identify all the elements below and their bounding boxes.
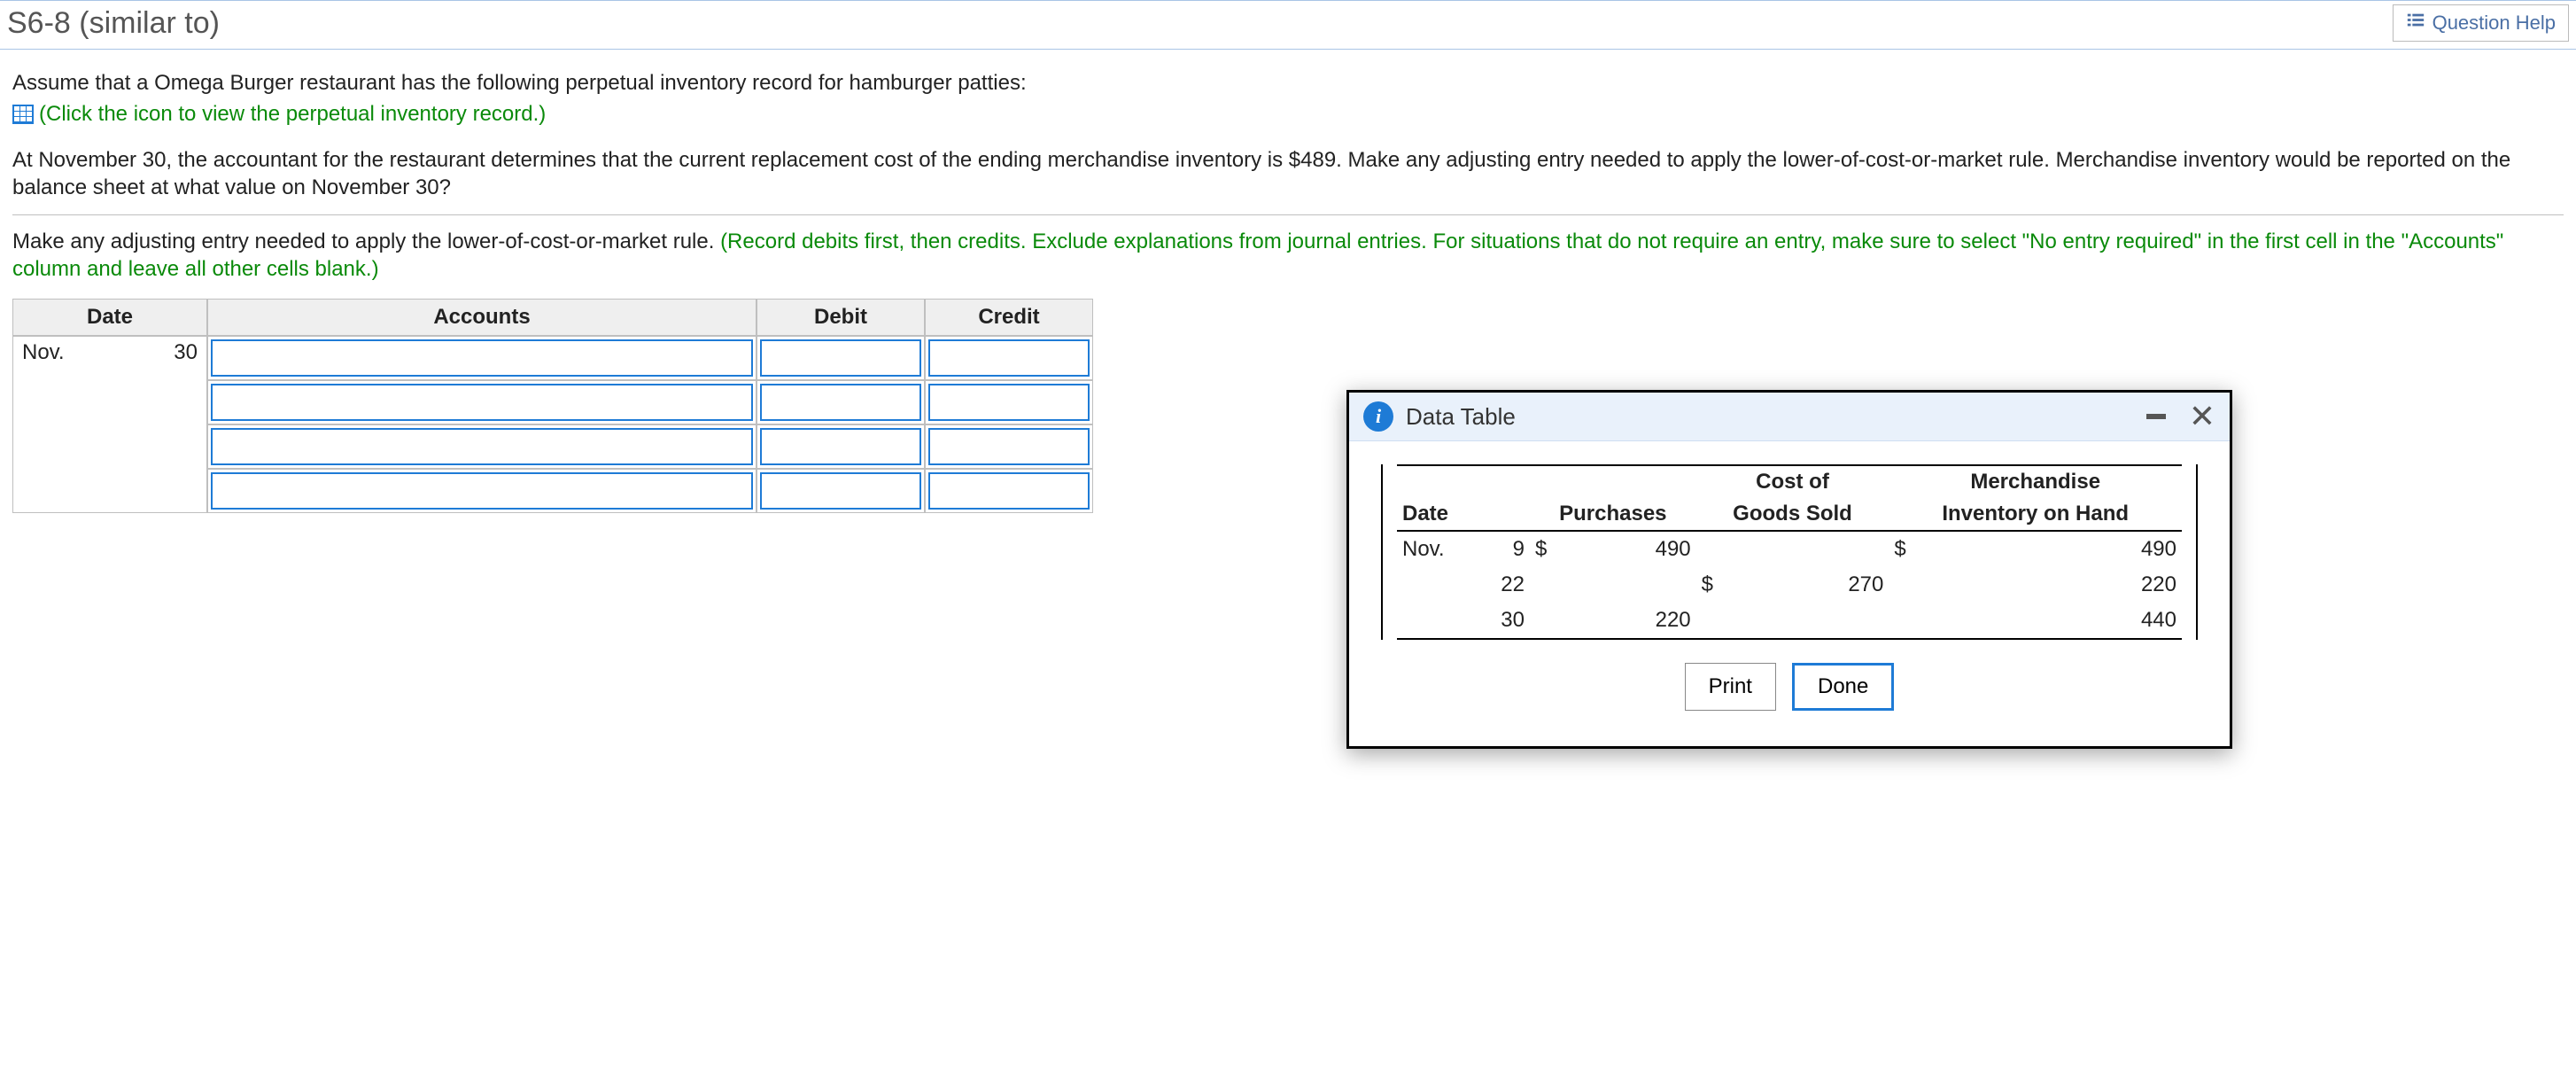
row-csym: $ — [1696, 567, 1759, 603]
row-psym: $ — [1530, 531, 1563, 567]
question-title: S6-8 (similar to) — [7, 6, 220, 41]
row-inv: 490 — [1985, 531, 2182, 567]
th-cogs-bot: Goods Sold — [1696, 498, 1889, 531]
accounts-select-3[interactable] — [211, 428, 753, 465]
row-inv: 440 — [1985, 603, 2182, 639]
minimize-icon[interactable] — [2146, 414, 2166, 419]
accounts-select-4[interactable] — [211, 472, 753, 510]
journal-entry-table: Date Accounts Debit Credit Nov. 30 — [12, 299, 1093, 513]
task-plain: Make any adjusting entry needed to apply… — [12, 230, 720, 253]
view-record-link[interactable]: (Click the icon to view the perpetual in… — [12, 102, 546, 127]
col-credit: Credit — [925, 299, 1093, 336]
data-table-modal: i Data Table ✕ Cost of Merchandise Date — [1346, 390, 2232, 749]
row-csym — [1696, 531, 1759, 567]
row-inv: 220 — [1985, 567, 2182, 603]
credit-input-4[interactable] — [928, 472, 1090, 510]
accounts-select-1[interactable] — [211, 339, 753, 377]
table-grid-icon — [12, 105, 34, 124]
col-accounts: Accounts — [207, 299, 757, 336]
th-cogs-top: Cost of — [1696, 465, 1889, 498]
print-button[interactable]: Print — [1685, 663, 1776, 711]
task-instruction: Make any adjusting entry needed to apply… — [12, 228, 2564, 283]
data-table-container: Cost of Merchandise Date Purchases Goods… — [1381, 464, 2198, 640]
date-month: Nov. — [22, 340, 65, 365]
date-cell: Nov. 30 — [12, 336, 207, 513]
close-icon[interactable]: ✕ — [2189, 407, 2215, 426]
inventory-record-table: Cost of Merchandise Date Purchases Goods… — [1397, 464, 2182, 640]
question-help-label: Question Help — [2432, 12, 2556, 35]
credit-input-2[interactable] — [928, 384, 1090, 421]
row-purchases: 490 — [1563, 531, 1696, 567]
row-day: 22 — [1477, 567, 1530, 603]
debit-input-4[interactable] — [760, 472, 921, 510]
accounts-select-2[interactable] — [211, 384, 753, 421]
col-date: Date — [12, 299, 207, 336]
row-isym — [1889, 567, 1984, 603]
modal-header[interactable]: i Data Table ✕ — [1349, 393, 2230, 441]
view-record-text: (Click the icon to view the perpetual in… — [39, 102, 546, 127]
row-csym — [1696, 603, 1759, 639]
credit-input-3[interactable] — [928, 428, 1090, 465]
row-purchases: 220 — [1563, 603, 1696, 639]
debit-input-3[interactable] — [760, 428, 921, 465]
row-psym — [1530, 603, 1563, 639]
row-isym: $ — [1889, 531, 1984, 567]
table-row: 30 220 440 — [1397, 603, 2182, 639]
th-purchases: Purchases — [1530, 498, 1696, 531]
row-isym — [1889, 603, 1984, 639]
problem-body-text: At November 30, the accountant for the r… — [12, 146, 2564, 201]
debit-input-1[interactable] — [760, 339, 921, 377]
row-psym — [1530, 567, 1563, 603]
row-day: 30 — [1477, 603, 1530, 639]
row-cogs — [1759, 531, 1889, 567]
col-debit: Debit — [757, 299, 925, 336]
th-inv-bot: Inventory on Hand — [1889, 498, 2182, 531]
th-inv-top: Merchandise — [1889, 465, 2182, 498]
question-header: S6-8 (similar to) Question Help — [0, 0, 2576, 50]
credit-input-1[interactable] — [928, 339, 1090, 377]
row-cogs — [1759, 603, 1889, 639]
th-date: Date — [1397, 498, 1530, 531]
row-cogs: 270 — [1759, 567, 1889, 603]
question-help-button[interactable]: Question Help — [2393, 4, 2569, 42]
modal-title: Data Table — [1406, 403, 1516, 431]
divider — [12, 214, 2564, 215]
done-button[interactable]: Done — [1792, 663, 1894, 711]
row-purchases — [1563, 567, 1696, 603]
table-row: 22 $ 270 220 — [1397, 567, 2182, 603]
debit-input-2[interactable] — [760, 384, 921, 421]
table-row: Nov. 9 $ 490 $ 490 — [1397, 531, 2182, 567]
intro-text: Assume that a Omega Burger restaurant ha… — [12, 69, 2564, 97]
info-icon: i — [1363, 401, 1393, 432]
row-day: 9 — [1477, 531, 1530, 567]
row-month: Nov. — [1397, 531, 1477, 567]
date-day: 30 — [174, 340, 198, 365]
list-icon — [2406, 11, 2425, 35]
